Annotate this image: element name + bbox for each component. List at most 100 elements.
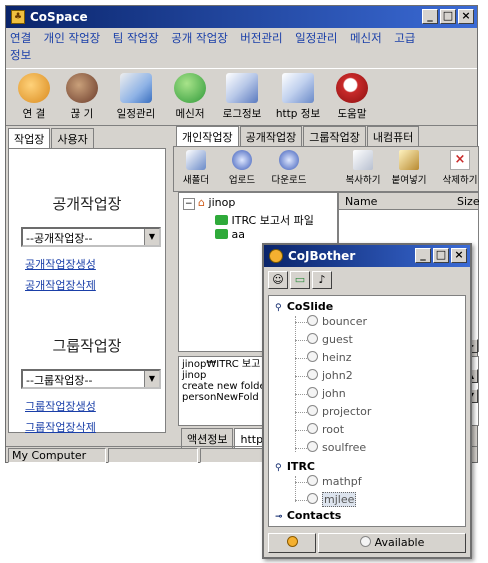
menu-public-workspace[interactable]: 공개 작업장 (171, 31, 228, 45)
chat-maximize-button[interactable]: □ (433, 248, 449, 263)
upload-icon (232, 150, 252, 170)
contact-item[interactable]: heinz (307, 351, 352, 364)
copy-button[interactable]: 복사하기 (342, 150, 384, 186)
menu-info[interactable]: 정보 (10, 48, 31, 62)
contact-item[interactable]: soulfree (307, 441, 366, 454)
create-group-workspace-link[interactable]: 그룹작업장생성 (25, 398, 96, 414)
user-icon (307, 441, 318, 452)
upload-button[interactable]: 업로드 (224, 150, 260, 186)
messenger-button[interactable]: 메신저 (168, 73, 212, 121)
schedule-button[interactable]: 일정관리 (110, 73, 162, 121)
download-button[interactable]: 다운로드 (268, 150, 310, 186)
tab-group-workspace[interactable]: 그룹작업장 (303, 126, 366, 147)
folder-icon (215, 215, 228, 225)
user-icon (307, 405, 318, 416)
http-info-button[interactable]: http 정보 (270, 73, 326, 121)
tab-public-workspace[interactable]: 공개작업장 (239, 126, 303, 147)
contact-item[interactable]: john2 (307, 369, 353, 382)
close-button[interactable]: × (458, 9, 474, 24)
menu-team-workspace[interactable]: 팀 작업장 (113, 31, 159, 45)
column-name[interactable]: Name (345, 195, 377, 208)
http-info-icon (282, 73, 314, 103)
contact-item-selected[interactable]: mjlee (307, 492, 357, 507)
tree-root[interactable]: − ⌂ jinop (183, 196, 235, 210)
disconnect-button[interactable]: 끊 기 (62, 73, 102, 121)
tree-item[interactable]: ITRC 보고서 파일 (215, 212, 314, 228)
tab-workspace[interactable]: 작업장 (8, 128, 51, 149)
expand-icon: ⊸ (275, 512, 283, 522)
connect-button[interactable]: 연 결 (14, 73, 54, 121)
group-coslide[interactable]: ⚲ CoSlide (275, 300, 333, 313)
user-icon (307, 351, 318, 362)
main-toolbar: 연 결 끊 기 일정관리 메신저 로그정보 http 정보 도움말 (6, 68, 477, 126)
smiley-icon[interactable]: ☺ (268, 271, 288, 289)
tab-personal-workspace[interactable]: 개인작업장 (176, 126, 239, 147)
log-info-icon (226, 73, 258, 103)
minimize-button[interactable]: _ (422, 9, 438, 24)
left-tabs: 작업장 사용자 (8, 128, 95, 149)
presence-status-button[interactable]: Available (318, 533, 466, 553)
chat-toolbar: ☺ ▭ ♪ (268, 271, 334, 291)
chevron-down-icon: ▼ (144, 371, 159, 387)
maximize-button[interactable]: □ (440, 9, 456, 24)
contact-roster: ⚲ CoSlide bouncer guest heinz john2 john… (268, 295, 466, 527)
paste-icon (399, 150, 419, 170)
user-icon (307, 315, 318, 326)
status-text: My Computer (8, 448, 106, 463)
chat-minimize-button[interactable]: _ (415, 248, 431, 263)
collapse-icon[interactable]: − (183, 198, 195, 210)
chat-close-button[interactable]: × (451, 248, 467, 263)
menu-connect[interactable]: 연결 (10, 31, 31, 45)
menu-personal-workspace[interactable]: 개인 작업장 (44, 31, 101, 45)
user-icon (307, 387, 318, 398)
new-folder-button[interactable]: 새폴더 (178, 150, 214, 186)
delete-public-workspace-link[interactable]: 공개작업장삭제 (25, 277, 96, 293)
title-bar: ♣ CoSpace _ □ × (6, 6, 477, 28)
messenger-icon (174, 73, 206, 103)
contact-item[interactable]: bouncer (307, 315, 367, 328)
contact-item[interactable]: mathpf (307, 475, 362, 488)
help-button[interactable]: 도움말 (330, 73, 374, 121)
group-workspace-heading: 그룹작업장 (52, 337, 122, 355)
group-contacts[interactable]: ⊸ Contacts (275, 509, 341, 522)
jabber-menu-button[interactable] (268, 533, 316, 553)
delete-button[interactable]: × 삭제하기 (442, 150, 478, 186)
public-workspace-select[interactable]: --공개작업장-- ▼ (21, 227, 161, 247)
window-title: CoSpace (30, 10, 88, 24)
paste-button[interactable]: 붙여넣기 (388, 150, 430, 186)
user-icon (307, 423, 318, 434)
contact-item[interactable]: projector (307, 405, 371, 418)
copy-icon (353, 150, 373, 170)
available-icon (359, 536, 371, 547)
sound-icon[interactable]: ♪ (312, 271, 332, 289)
bulb-icon (286, 536, 298, 547)
tree-item[interactable]: aa (215, 228, 245, 241)
cojbother-window: CoJBother _ □ × ☺ ▭ ♪ ⚲ CoSlide bouncer … (262, 243, 472, 559)
group-workspace-select[interactable]: --그룹작업장-- ▼ (21, 369, 161, 389)
home-icon: ⌂ (198, 196, 206, 209)
contact-item[interactable]: john (307, 387, 346, 400)
contact-item[interactable]: root (307, 423, 344, 436)
menu-messenger[interactable]: 메신저 (350, 31, 382, 45)
group-itrc[interactable]: ⚲ ITRC (275, 460, 315, 473)
help-icon (336, 73, 368, 103)
connect-icon (18, 73, 50, 103)
delete-group-workspace-link[interactable]: 그룹작업장삭제 (25, 419, 96, 435)
message-icon[interactable]: ▭ (290, 271, 310, 289)
menu-version-control[interactable]: 버전관리 (240, 31, 282, 45)
user-icon (307, 369, 318, 380)
user-icon (307, 333, 318, 344)
collapse-icon: ⚲ (275, 463, 282, 473)
workspace-panel: 공개작업장 --공개작업장-- ▼ 공개작업장생성 공개작업장삭제 그룹작업장 … (8, 148, 166, 435)
folder-icon (215, 229, 228, 239)
column-size[interactable]: Size (457, 195, 480, 208)
tab-users[interactable]: 사용자 (51, 128, 94, 149)
chat-window-title: CoJBother (288, 249, 356, 263)
menu-advanced[interactable]: 고급 (394, 31, 415, 45)
menu-schedule[interactable]: 일정관리 (295, 31, 337, 45)
log-info-button[interactable]: 로그정보 (218, 73, 266, 121)
contact-item[interactable]: guest (307, 333, 353, 346)
tab-my-computer[interactable]: 내컴퓨터 (366, 126, 420, 147)
create-public-workspace-link[interactable]: 공개작업장생성 (25, 256, 96, 272)
delete-icon: × (450, 150, 470, 170)
